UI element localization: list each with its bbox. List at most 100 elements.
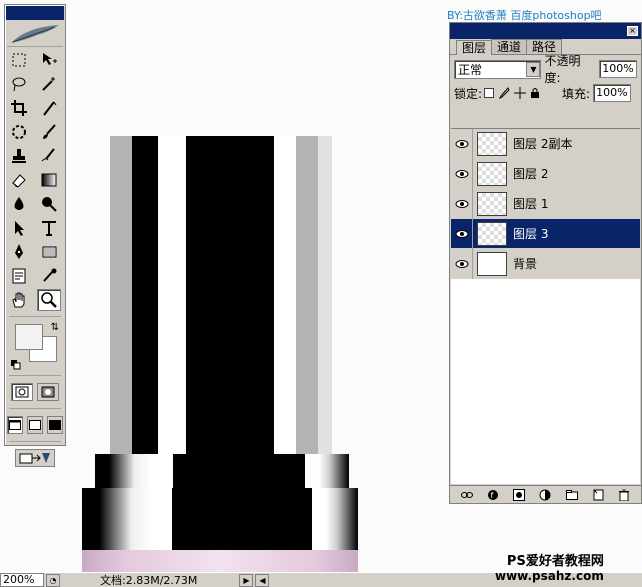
layer-style-icon[interactable]: f	[487, 489, 499, 501]
panel-titlebar[interactable]: ×	[450, 23, 641, 39]
lock-label: 锁定:	[454, 86, 483, 101]
layer-row[interactable]: 图层 1	[451, 188, 640, 219]
clone-stamp-icon[interactable]	[7, 145, 31, 167]
lock-all-icon[interactable]	[530, 87, 540, 99]
screen-mode-row	[5, 412, 65, 438]
layer-thumbnail[interactable]	[477, 131, 507, 156]
standard-screen-icon[interactable]	[7, 416, 23, 434]
color-swatches: ⇅	[11, 320, 59, 372]
tab-channels[interactable]: 通道	[491, 39, 528, 54]
lock-image-icon[interactable]	[498, 87, 510, 99]
visibility-eye-icon[interactable]	[451, 128, 473, 159]
cap-body	[110, 136, 332, 458]
layer-name[interactable]: 背景	[513, 255, 537, 272]
new-layer-icon[interactable]	[592, 489, 604, 501]
toolbox-titlebar[interactable]	[6, 6, 64, 20]
brush-icon[interactable]	[37, 121, 61, 143]
lock-position-icon[interactable]	[514, 87, 527, 99]
scroll-left-icon[interactable]: ◀	[255, 573, 270, 587]
layer-row[interactable]: 图层 2副本	[451, 128, 640, 159]
blend-row: 正常 ▼ 不透明度: 100%	[450, 54, 641, 85]
hand-icon[interactable]	[7, 289, 31, 311]
layer-row[interactable]: 图层 3	[451, 218, 640, 249]
layers-panel: × 图层 通道 路径 正常 ▼ 不透明度: 100% 锁定: 填充: 100% …	[449, 22, 642, 504]
document-canvas[interactable]	[80, 136, 364, 572]
path-selection-icon[interactable]	[7, 217, 31, 239]
swap-colors-icon[interactable]: ⇅	[51, 322, 59, 333]
rectangle-shape-icon[interactable]	[37, 241, 61, 263]
add-mask-icon[interactable]	[513, 488, 526, 501]
close-icon[interactable]: ×	[627, 26, 638, 36]
lock-transparency-icon[interactable]	[484, 88, 495, 98]
layer-thumbnail[interactable]	[477, 191, 507, 216]
slice-icon[interactable]	[37, 97, 61, 119]
history-brush-icon[interactable]	[37, 145, 61, 167]
quick-mask-row	[5, 379, 65, 405]
layer-row[interactable]: 图层 2	[451, 158, 640, 189]
healing-brush-icon[interactable]	[7, 121, 31, 143]
full-screen-menu-icon[interactable]	[27, 416, 43, 434]
layer-thumbnail[interactable]	[477, 161, 507, 186]
zoom-icon[interactable]	[37, 289, 61, 311]
layer-list: 图层 2副本 图层 2 图层 1 图层 3 背景	[451, 128, 640, 484]
panel-bottom-bar: f	[450, 485, 641, 503]
crop-icon[interactable]	[7, 97, 31, 119]
default-colors-icon[interactable]	[11, 360, 21, 370]
fill-field[interactable]: 100%	[593, 84, 632, 102]
full-screen-icon[interactable]	[47, 416, 63, 434]
visibility-eye-icon[interactable]	[451, 248, 473, 279]
new-adjustment-layer-icon[interactable]	[539, 489, 551, 501]
zoom-field[interactable]: 200%	[0, 573, 44, 587]
tool-grid	[5, 47, 65, 313]
link-layers-icon[interactable]	[461, 489, 474, 501]
imageready-row	[5, 445, 65, 471]
lock-options	[484, 87, 540, 99]
magic-wand-icon[interactable]	[37, 73, 61, 95]
marquee-icon[interactable]	[7, 49, 31, 71]
layer-name[interactable]: 图层 2副本	[513, 135, 572, 152]
visibility-eye-icon[interactable]	[451, 188, 473, 219]
new-group-icon[interactable]	[565, 489, 578, 501]
feather-logo-icon[interactable]	[7, 21, 63, 47]
toolbox: ⇅	[4, 4, 66, 467]
fill-label: 填充:	[562, 86, 591, 101]
blur-icon[interactable]	[7, 193, 31, 215]
quick-mask-icon[interactable]	[37, 383, 59, 401]
tab-layers[interactable]: 图层	[456, 40, 493, 55]
layer-name[interactable]: 图层 2	[513, 165, 548, 182]
watermark-url: www.psahz.com	[495, 569, 604, 583]
pen-icon[interactable]	[7, 241, 31, 263]
layer-name[interactable]: 图层 3	[513, 225, 548, 242]
toolbox-divider	[9, 441, 61, 442]
layer-name[interactable]: 图层 1	[513, 195, 548, 212]
opacity-field[interactable]: 100%	[599, 60, 637, 78]
watermark: PS爱好者教程网 www.psahz.com	[495, 550, 604, 583]
type-icon[interactable]	[37, 217, 61, 239]
move-icon[interactable]	[37, 49, 61, 71]
status-info-icon[interactable]: ◔	[46, 573, 60, 587]
layer-row[interactable]: 背景	[451, 248, 640, 279]
blend-mode-value: 正常	[458, 62, 483, 77]
visibility-eye-icon[interactable]	[451, 218, 473, 249]
dodge-icon[interactable]	[37, 193, 61, 215]
cap-base	[82, 488, 358, 550]
delete-layer-icon[interactable]	[618, 489, 630, 501]
gradient-icon[interactable]	[37, 169, 61, 191]
status-menu-arrow-icon[interactable]: ▶	[239, 573, 254, 587]
foreground-color-swatch[interactable]	[15, 324, 43, 350]
dropdown-arrow-icon[interactable]: ▼	[526, 61, 541, 77]
lasso-icon[interactable]	[7, 73, 31, 95]
eyedropper-icon[interactable]	[37, 265, 61, 287]
credit-text: BY:古欲香萧 百度photoshop吧	[447, 9, 602, 22]
blend-mode-select[interactable]: 正常 ▼	[454, 59, 542, 79]
standard-mode-icon[interactable]	[11, 383, 33, 401]
eraser-icon[interactable]	[7, 169, 31, 191]
visibility-eye-icon[interactable]	[451, 158, 473, 189]
pink-band	[82, 550, 358, 572]
layer-thumbnail[interactable]	[477, 251, 507, 276]
layer-thumbnail[interactable]	[477, 221, 507, 246]
opacity-label: 不透明度:	[544, 54, 581, 85]
notes-icon[interactable]	[7, 265, 31, 287]
svg-text:f: f	[491, 491, 494, 500]
jump-to-imageready-icon[interactable]	[15, 449, 55, 467]
